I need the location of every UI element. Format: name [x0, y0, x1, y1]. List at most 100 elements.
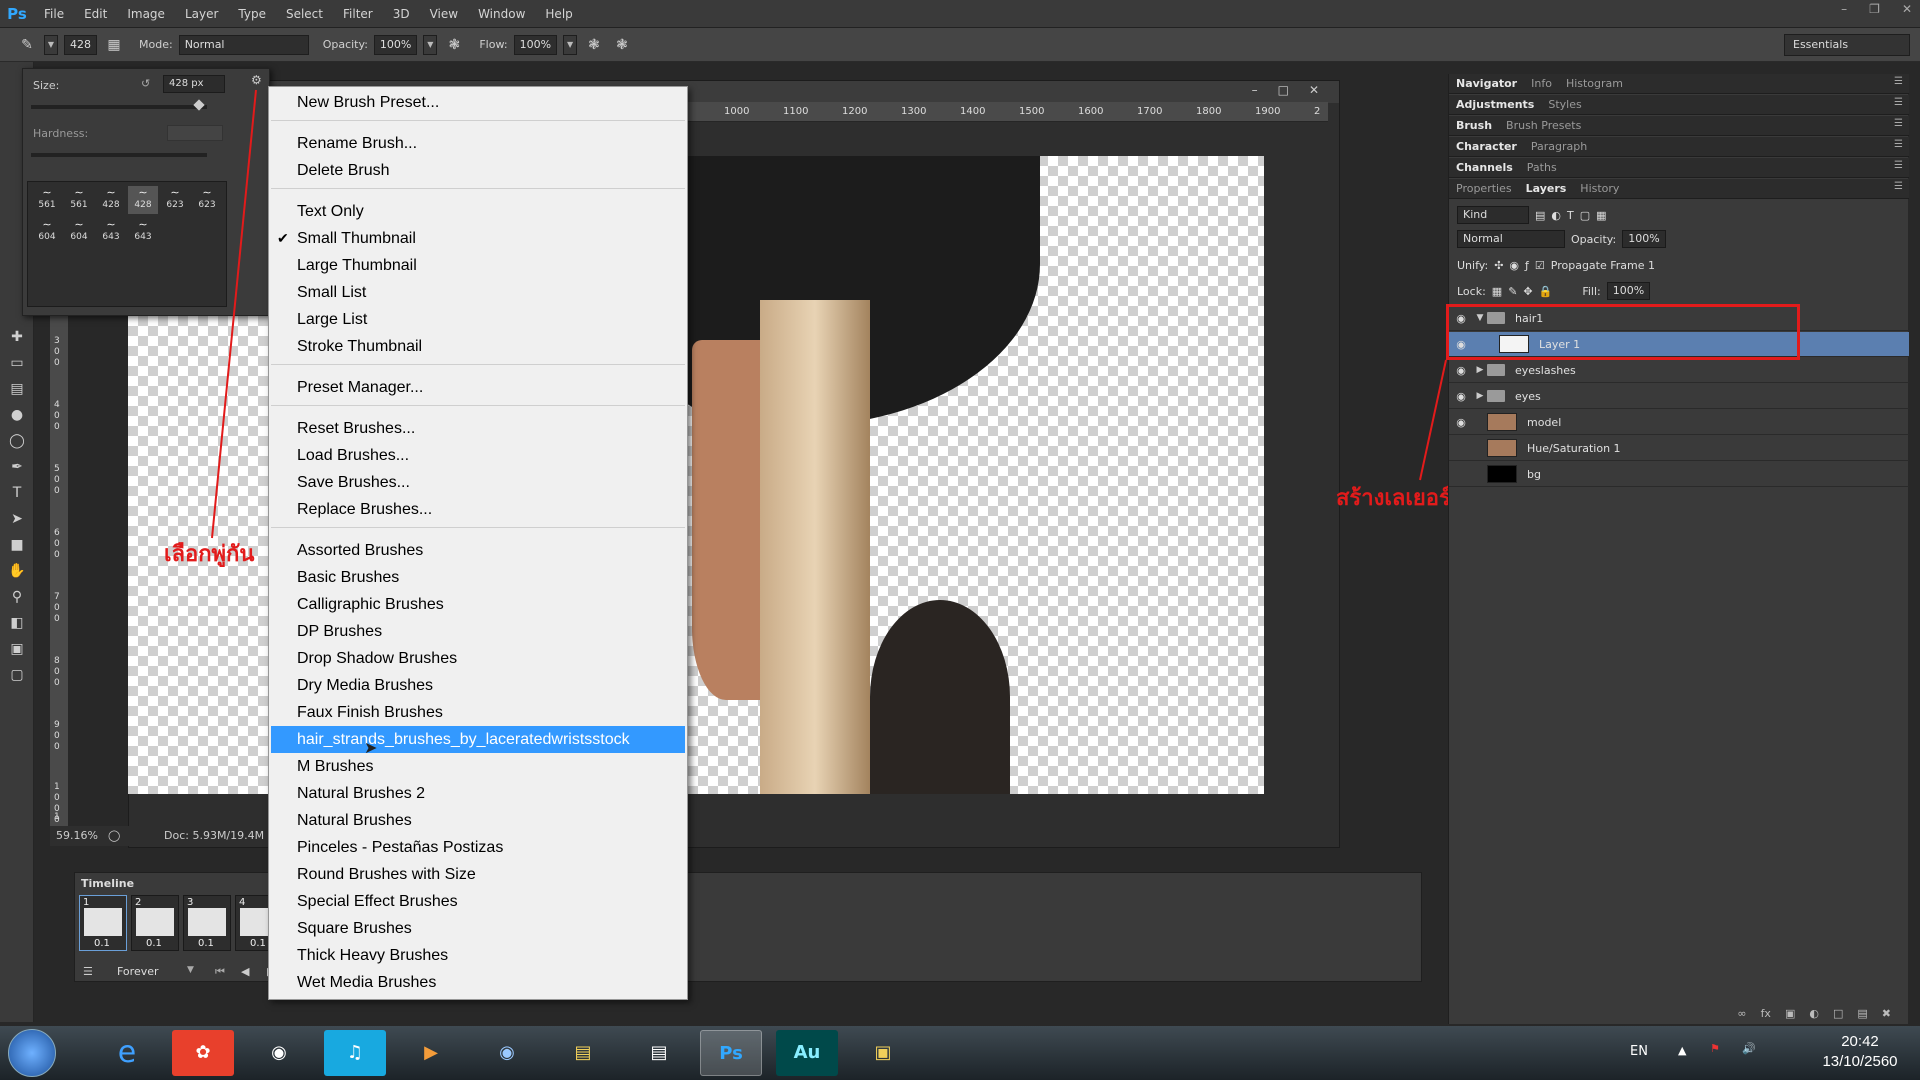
photoshop-taskbar-icon[interactable]: Ps	[700, 1030, 762, 1076]
eye-icon[interactable]: ◉	[1449, 364, 1473, 377]
menu-library-item[interactable]: Natural Brushes	[271, 807, 685, 834]
timeline-frame[interactable]: 3 0.1	[183, 895, 231, 951]
tab-properties[interactable]: Properties	[1449, 182, 1519, 195]
menu-reset-brushes[interactable]: Reset Brushes...	[271, 415, 685, 442]
link-layers-icon[interactable]: ∞	[1737, 1007, 1746, 1020]
prev-frame-icon[interactable]: ◀	[241, 965, 249, 978]
tab-adjustments[interactable]: Adjustments	[1449, 98, 1541, 111]
menu-library-item[interactable]: M Brushes	[271, 753, 685, 780]
panel-menu-icon[interactable]: ☰	[1894, 160, 1903, 171]
media-player-icon[interactable]: ▶	[400, 1030, 462, 1076]
audition-icon[interactable]: Au	[776, 1030, 838, 1076]
menu-new-brush-preset[interactable]: New Brush Preset...	[271, 89, 685, 116]
propagate-checkbox[interactable]: ☑	[1535, 259, 1545, 272]
menu-library-item[interactable]: Round Brushes with Size	[271, 861, 685, 888]
panel-menu-icon[interactable]: ☰	[1894, 118, 1903, 129]
utility-app-icon[interactable]: ▣	[852, 1030, 914, 1076]
tray-language[interactable]: EN	[1630, 1044, 1648, 1059]
menu-rename-brush[interactable]: Rename Brush...	[271, 130, 685, 157]
timeline-frame[interactable]: 2 0.1	[131, 895, 179, 951]
tab-info[interactable]: Info	[1524, 77, 1559, 90]
loop-select[interactable]: Forever	[117, 965, 159, 978]
menu-library-item[interactable]: Natural Brushes 2	[271, 780, 685, 807]
layer-row-hue-saturation[interactable]: ◉ Hue/Saturation 1	[1449, 436, 1909, 461]
menu-library-item[interactable]: Faux Finish Brushes	[271, 699, 685, 726]
panel-menu-icon[interactable]: ☰	[1894, 139, 1903, 150]
menu-small-thumbnail[interactable]: ✔ Small Thumbnail	[271, 225, 685, 252]
tab-channels[interactable]: Channels	[1449, 161, 1520, 174]
unify-visibility-icon[interactable]: ◉	[1509, 259, 1519, 272]
layer-row-eyes[interactable]: ◉ ▶ eyes	[1449, 384, 1909, 409]
menu-stroke-thumbnail[interactable]: Stroke Thumbnail	[271, 333, 685, 360]
adjustment-layer-icon[interactable]: ◐	[1809, 1007, 1819, 1020]
lock-transparent-icon[interactable]: ▦	[1492, 285, 1502, 298]
menu-library-item-highlighted[interactable]: hair_strands_brushes_by_laceratedwristss…	[271, 726, 685, 753]
layer-row-eyeslashes[interactable]: ◉ ▶ eyeslashes	[1449, 358, 1909, 383]
first-frame-icon[interactable]: ⏮	[215, 965, 225, 979]
file-explorer-icon[interactable]: ▤	[552, 1030, 614, 1076]
menu-large-list[interactable]: Large List	[271, 306, 685, 333]
menu-replace-brushes[interactable]: Replace Brushes...	[271, 496, 685, 523]
menu-library-item[interactable]: Calligraphic Brushes	[271, 591, 685, 618]
menu-library-item[interactable]: DP Brushes	[271, 618, 685, 645]
menu-library-item[interactable]: Dry Media Brushes	[271, 672, 685, 699]
frame-duration[interactable]: 0.1	[146, 938, 162, 949]
menu-load-brushes[interactable]: Load Brushes...	[271, 442, 685, 469]
panel-menu-icon[interactable]: ☰	[1894, 97, 1903, 108]
menu-delete-brush[interactable]: Delete Brush	[271, 157, 685, 184]
timeline-menu-icon[interactable]: ☰	[83, 965, 93, 978]
tray-clock[interactable]: 20:42 13/10/2560	[1810, 1032, 1910, 1072]
filter-type-icon[interactable]: T	[1567, 209, 1574, 222]
start-button-icon[interactable]	[8, 1029, 56, 1077]
tray-expand-icon[interactable]: ▲	[1678, 1044, 1686, 1057]
menu-save-brushes[interactable]: Save Brushes...	[271, 469, 685, 496]
menu-library-item[interactable]: Assorted Brushes	[271, 537, 685, 564]
layer-row-model[interactable]: ◉ model	[1449, 410, 1909, 435]
pinned-app-icon[interactable]: ✿	[172, 1030, 234, 1076]
desktop-app-icon[interactable]: ▤	[628, 1030, 690, 1076]
frame-duration[interactable]: 0.1	[250, 938, 266, 949]
timeline-frame[interactable]: 1 0.1	[79, 895, 127, 951]
frame-duration[interactable]: 0.1	[198, 938, 214, 949]
unify-position-icon[interactable]: ✣	[1494, 259, 1503, 272]
delete-layer-icon[interactable]: ✖	[1882, 1007, 1891, 1020]
tab-character[interactable]: Character	[1449, 140, 1524, 153]
menu-library-item[interactable]: Square Brushes	[271, 915, 685, 942]
filter-smart-icon[interactable]: ▦	[1596, 209, 1606, 222]
layer-opacity-input[interactable]: 100%	[1622, 230, 1666, 248]
tab-layers[interactable]: Layers	[1519, 182, 1574, 195]
menu-small-list[interactable]: Small List	[271, 279, 685, 306]
tab-brush-presets[interactable]: Brush Presets	[1499, 119, 1588, 132]
eye-icon[interactable]: ◉	[1449, 390, 1473, 403]
action-center-flag-icon[interactable]: ⚑	[1710, 1042, 1720, 1055]
lock-all-icon[interactable]: 🔒	[1539, 285, 1553, 298]
panel-menu-icon[interactable]: ☰	[1894, 181, 1903, 192]
menu-library-item[interactable]: Thick Heavy Brushes	[271, 942, 685, 969]
new-group-icon[interactable]: □	[1833, 1007, 1843, 1020]
filter-shape-icon[interactable]: ▢	[1580, 209, 1590, 222]
menu-preset-manager[interactable]: Preset Manager...	[271, 374, 685, 401]
filter-pixel-icon[interactable]: ▤	[1535, 209, 1545, 222]
lock-position-icon[interactable]: ✥	[1523, 285, 1532, 298]
chrome-icon[interactable]: ◉	[248, 1030, 310, 1076]
unify-style-icon[interactable]: ƒ	[1525, 259, 1529, 272]
tab-paragraph[interactable]: Paragraph	[1524, 140, 1594, 153]
eye-hidden-icon[interactable]: ◉	[1449, 442, 1473, 455]
add-mask-icon[interactable]: ▣	[1785, 1007, 1795, 1020]
new-layer-icon[interactable]: ▤	[1857, 1007, 1867, 1020]
tab-brush[interactable]: Brush	[1449, 119, 1499, 132]
tab-styles[interactable]: Styles	[1541, 98, 1588, 111]
tab-histogram[interactable]: Histogram	[1559, 77, 1630, 90]
panel-menu-icon[interactable]: ☰	[1894, 76, 1903, 87]
layer-kind-select[interactable]: Kind	[1457, 206, 1529, 224]
menu-library-item[interactable]: Basic Brushes	[271, 564, 685, 591]
eye-hidden-icon[interactable]: ◉	[1449, 468, 1473, 481]
menu-library-item[interactable]: Wet Media Brushes	[271, 969, 685, 996]
blend-mode-select[interactable]: Normal	[1457, 230, 1565, 248]
eye-icon[interactable]: ◉	[1449, 416, 1473, 429]
browser-icon[interactable]: ◉	[476, 1030, 538, 1076]
menu-text-only[interactable]: Text Only	[271, 198, 685, 225]
tab-history[interactable]: History	[1573, 182, 1626, 195]
loop-dropdown-icon[interactable]: ▼	[187, 965, 194, 975]
collapse-arrow-icon[interactable]: ▶	[1473, 391, 1487, 401]
